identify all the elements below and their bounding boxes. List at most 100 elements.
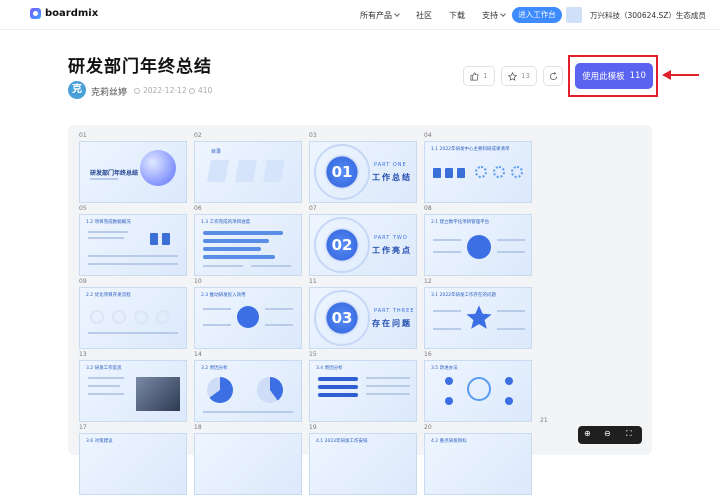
- progress-bar: [203, 247, 261, 251]
- hub-circle: [237, 306, 259, 328]
- slide-number: 09: [79, 278, 87, 285]
- slide-preview: 4.1 2023年研发工作安排: [309, 433, 417, 495]
- star-count: 13: [521, 72, 530, 80]
- like-button[interactable]: 1: [463, 66, 495, 86]
- chart-ring: [475, 166, 487, 178]
- star-button[interactable]: 13: [501, 66, 537, 86]
- text-line: [88, 377, 124, 379]
- avatar[interactable]: [566, 7, 582, 23]
- slide-thumbnail[interactable]: 14 3.2 原因分析: [184, 351, 302, 430]
- highlight-box: [568, 55, 658, 97]
- slide-thumbnail[interactable]: 08 2.1 建立数字化项目管理平台: [414, 205, 532, 284]
- slide-preview: 02 PART TWO 工作亮点: [309, 214, 417, 276]
- part-title: 工作总结: [372, 173, 412, 182]
- slide-thumbnail[interactable]: 19 4.1 2023年研发工作安排: [299, 424, 417, 503]
- part-label: PART TWO: [374, 235, 408, 241]
- slide-thumbnail[interactable]: 04 1.1 2022年研发中心主要科研成果清单: [414, 132, 532, 211]
- text-line: [265, 324, 293, 326]
- slide-thumbnail[interactable]: 15 3.4 原因分析: [299, 351, 417, 430]
- chart-box: [457, 168, 465, 178]
- nav-community[interactable]: 社区: [416, 10, 432, 21]
- text-line: [88, 255, 178, 257]
- slide-preview: 1.2 项目完成数据概况: [79, 214, 187, 276]
- chart-box: [445, 168, 453, 178]
- slide-thumbnail[interactable]: 02 目录: [184, 132, 302, 211]
- slide-number: 12: [424, 278, 432, 285]
- chart-ring: [90, 310, 104, 324]
- org-info: 万兴科技（300624.SZ）生态成员: [590, 11, 706, 20]
- chart-ring: [134, 310, 148, 324]
- progress-bar: [318, 385, 358, 389]
- slide-caption: 3.1 2022年研发工作存在的问题: [431, 293, 497, 298]
- slide-thumbnail[interactable]: 10 2.3 推动研发投入效用: [184, 278, 302, 357]
- like-count: 1: [483, 72, 488, 80]
- slide-caption: 2.1 建立数字化项目管理平台: [431, 220, 490, 225]
- text-line: [433, 310, 461, 312]
- slide-thumbnail[interactable]: 05 1.2 项目完成数据概况: [69, 205, 187, 284]
- slide-preview: 2.1 建立数字化项目管理平台: [424, 214, 532, 276]
- slide-caption: 目录: [211, 149, 222, 155]
- nav-download[interactable]: 下载: [449, 10, 465, 21]
- share-button[interactable]: [543, 66, 563, 86]
- slide-thumbnail[interactable]: 09 2.2 优化项目开发流程: [69, 278, 187, 357]
- logo[interactable]: boardmix: [30, 8, 98, 19]
- date-text: 2022-12-12: [143, 86, 187, 95]
- fullscreen-icon[interactable]: ⛶: [626, 429, 632, 439]
- toc-card: [235, 160, 257, 182]
- chart-ring: [511, 166, 523, 178]
- zoom-toolbar: ⊕ ⊖ ⛶: [578, 426, 642, 444]
- part-label: PART THREE: [374, 308, 415, 314]
- refresh-icon: [549, 71, 557, 80]
- slide-number: 21: [540, 417, 548, 424]
- logo-text: boardmix: [45, 8, 99, 19]
- text-line: [433, 251, 461, 253]
- text-line: [88, 231, 128, 233]
- chart-box: [162, 233, 170, 245]
- slide-preview: 03 PART THREE 存在问题: [309, 287, 417, 349]
- slide-thumbnail[interactable]: 06 1.3 工作完成的项目进度: [184, 205, 302, 284]
- views-count: 410: [198, 86, 213, 95]
- enter-workspace-button[interactable]: 进入工作台: [512, 7, 562, 23]
- slide-caption: 1.2 项目完成数据概况: [86, 220, 131, 225]
- text-line: [497, 239, 525, 241]
- text-line: [433, 239, 461, 241]
- nav-all-products[interactable]: 所有产品: [360, 10, 400, 21]
- slide-thumbnail[interactable]: 07 02 PART TWO 工作亮点: [299, 205, 417, 284]
- zoom-in-icon[interactable]: ⊕: [584, 429, 591, 438]
- node-dot: [505, 377, 513, 385]
- slide-thumbnail[interactable]: 18: [184, 424, 302, 503]
- author-name[interactable]: 克莉丝婷: [91, 85, 127, 98]
- slide-thumbnail[interactable]: 03 01 PART ONE 工作总结: [299, 132, 417, 211]
- slide-preview: 3.6 对策建议: [79, 433, 187, 495]
- slide-thumbnail[interactable]: 12 3.1 2022年研发工作存在的问题: [414, 278, 532, 357]
- toc-card: [263, 160, 285, 182]
- text-line: [497, 328, 525, 330]
- node-dot: [445, 397, 453, 405]
- slide-thumbnail[interactable]: 17 3.6 对策建议: [69, 424, 187, 503]
- part-title: 工作亮点: [372, 246, 412, 255]
- text-line: [203, 324, 231, 326]
- progress-bar: [203, 255, 275, 259]
- slide-thumbnail[interactable]: 20 4.2 重点研发目标: [414, 424, 532, 503]
- section-number: 02: [324, 227, 360, 263]
- slide-thumbnail[interactable]: 11 03 PART THREE 存在问题: [299, 278, 417, 357]
- slide-thumbnail[interactable]: 16 3.5 改进办法: [414, 351, 532, 430]
- boardmix-logo-icon: [30, 8, 41, 19]
- progress-bar: [318, 393, 358, 397]
- nav-support[interactable]: 支持: [482, 10, 506, 21]
- author-avatar[interactable]: 克: [68, 81, 86, 99]
- node-dot: [445, 377, 453, 385]
- chart-ring: [112, 310, 126, 324]
- slide-preview: 3.2 研发工作反思: [79, 360, 187, 422]
- chart-box: [433, 168, 441, 178]
- slide-number: 08: [424, 205, 432, 212]
- eye-icon: [189, 88, 195, 94]
- slide-thumbnail[interactable]: 01 研发部门年终总结: [69, 132, 187, 211]
- text-line: [497, 310, 525, 312]
- slide-caption: 3.4 原因分析: [316, 366, 343, 371]
- slide-thumbnail[interactable]: 13 3.2 研发工作反思: [69, 351, 187, 430]
- zoom-out-icon[interactable]: ⊖: [604, 429, 611, 438]
- section-number: 03: [324, 300, 360, 336]
- thumbs-up-icon: [470, 72, 479, 80]
- text-line: [88, 332, 178, 334]
